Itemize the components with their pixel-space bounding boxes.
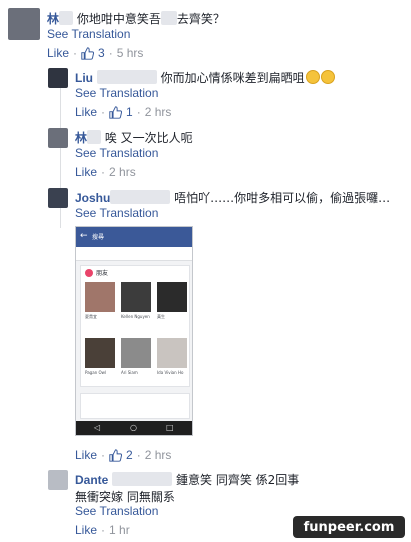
android-nav-bar: ◁ ○ □: [76, 421, 192, 435]
redacted-name: [160, 11, 177, 25]
see-translation-link[interactable]: See Translation: [75, 146, 158, 160]
comment-3-body: 林 唉 又一次比人呃: [75, 129, 405, 146]
like-thumb-icon: [81, 46, 95, 60]
back-nav-icon: ◁: [94, 423, 101, 432]
timestamp[interactable]: 5 hrs: [117, 46, 144, 60]
sub-header: [76, 247, 192, 261]
comment-4-actions: Like · 2 · 2 hrs: [75, 448, 172, 462]
friends-card: 朋友 夏貴宜 Kellen Nguyen 黃生 Pagan Owl Ari Si…: [80, 265, 190, 387]
comment-5-actions: Like · 1 hr: [75, 523, 130, 537]
see-translation-link[interactable]: See Translation: [75, 86, 158, 100]
avatar[interactable]: [48, 68, 68, 88]
commenter-name[interactable]: Liu: [75, 71, 93, 85]
search-label: 搜尋: [92, 234, 105, 241]
see-translation-link[interactable]: See Translation: [75, 206, 158, 220]
redacted-name: [59, 11, 74, 25]
timestamp[interactable]: 1 hr: [109, 523, 130, 537]
like-link[interactable]: Like: [75, 448, 97, 462]
home-nav-icon: ○: [130, 423, 137, 432]
comment-text-line-2: 無衝突嫁 同無關系: [75, 490, 175, 504]
friend-photo: [85, 338, 115, 368]
avatar[interactable]: [48, 470, 68, 490]
friend-photo: [121, 282, 151, 312]
comment-text: 你而加心情係咪差到扁晒咀: [160, 71, 305, 85]
commenter-name[interactable]: Dante: [75, 473, 108, 487]
friend-name: Ari Siam: [121, 370, 138, 375]
friends-icon: [85, 269, 93, 277]
redacted-name: [96, 70, 157, 84]
avatar[interactable]: [8, 8, 40, 40]
attached-screenshot[interactable]: ← 搜尋 朋友 夏貴宜 Kellen Nguyen 黃生 Pagan Owl A…: [75, 226, 193, 436]
friend-name: 夏貴宜: [85, 314, 97, 319]
commenter-name[interactable]: 林: [47, 12, 59, 26]
commenter-name[interactable]: Joshu: [75, 191, 110, 205]
more-section: [80, 393, 190, 419]
timestamp[interactable]: 2 hrs: [145, 448, 172, 462]
comment-text-end: 去齊笑？: [176, 12, 225, 26]
comment-2-actions: Like · 1 · 2 hrs: [75, 105, 172, 119]
recents-nav-icon: □: [166, 423, 174, 432]
emoji-icon: [305, 70, 320, 84]
back-arrow-icon: ←: [80, 231, 88, 241]
comment-text: 唉 又一次比人呃: [104, 131, 193, 145]
redacted-name: [112, 472, 173, 486]
timestamp[interactable]: 2 hrs: [145, 105, 172, 119]
like-thumb-icon: [109, 105, 123, 119]
app-header-bar: ← 搜尋: [76, 227, 192, 247]
like-count[interactable]: 3: [98, 46, 105, 60]
comment-5-body: Dante 鍾意笑 同齊笑 係2回事: [75, 471, 405, 488]
section-title: 朋友: [96, 270, 109, 277]
comment-text: 你地咁中意笑吾: [76, 12, 161, 26]
like-link[interactable]: Like: [47, 46, 69, 60]
friend-photo: [157, 338, 187, 368]
redacted-name: [110, 190, 171, 204]
friend-photo: [85, 282, 115, 312]
avatar[interactable]: [48, 128, 68, 148]
timestamp[interactable]: 2 hrs: [109, 165, 136, 179]
friend-name: Pagan Owl: [85, 370, 107, 375]
comment-4-body: Joshu 唔怕吖……你咁多相可以偷，偷過張囉…: [75, 189, 405, 206]
comment-1-body: 林 你地咁中意笑吾 去齊笑？: [47, 10, 407, 27]
redacted-name: [87, 130, 102, 144]
comment-1-actions: Like · 3 · 5 hrs: [47, 46, 144, 60]
friend-name: Kellen Nguyen: [121, 314, 150, 319]
see-translation-link[interactable]: See Translation: [75, 504, 158, 518]
commenter-name[interactable]: 林: [75, 131, 87, 145]
avatar[interactable]: [48, 188, 68, 208]
emoji-icon: [320, 70, 335, 84]
see-translation-link[interactable]: See Translation: [47, 27, 130, 41]
friend-name: Ida Vivian Ho: [157, 370, 184, 375]
friend-photo: [121, 338, 151, 368]
like-link[interactable]: Like: [75, 523, 97, 537]
comment-3-actions: Like · 2 hrs: [75, 165, 136, 179]
comment-2-body: Liu 你而加心情係咪差到扁晒咀: [75, 69, 405, 86]
like-count[interactable]: 2: [126, 448, 133, 462]
comment-text: 唔怕吖……你咁多相可以偷，偷過張囉…: [174, 191, 391, 205]
like-link[interactable]: Like: [75, 105, 97, 119]
friend-photo: [157, 282, 187, 312]
like-thumb-icon: [109, 448, 123, 462]
friend-name: 黃生: [157, 314, 165, 319]
watermark-logo: funpeer.com: [293, 516, 405, 538]
like-link[interactable]: Like: [75, 165, 97, 179]
comment-text: 鍾意笑 同齊笑 係2回事: [176, 473, 300, 487]
like-count[interactable]: 1: [126, 105, 133, 119]
